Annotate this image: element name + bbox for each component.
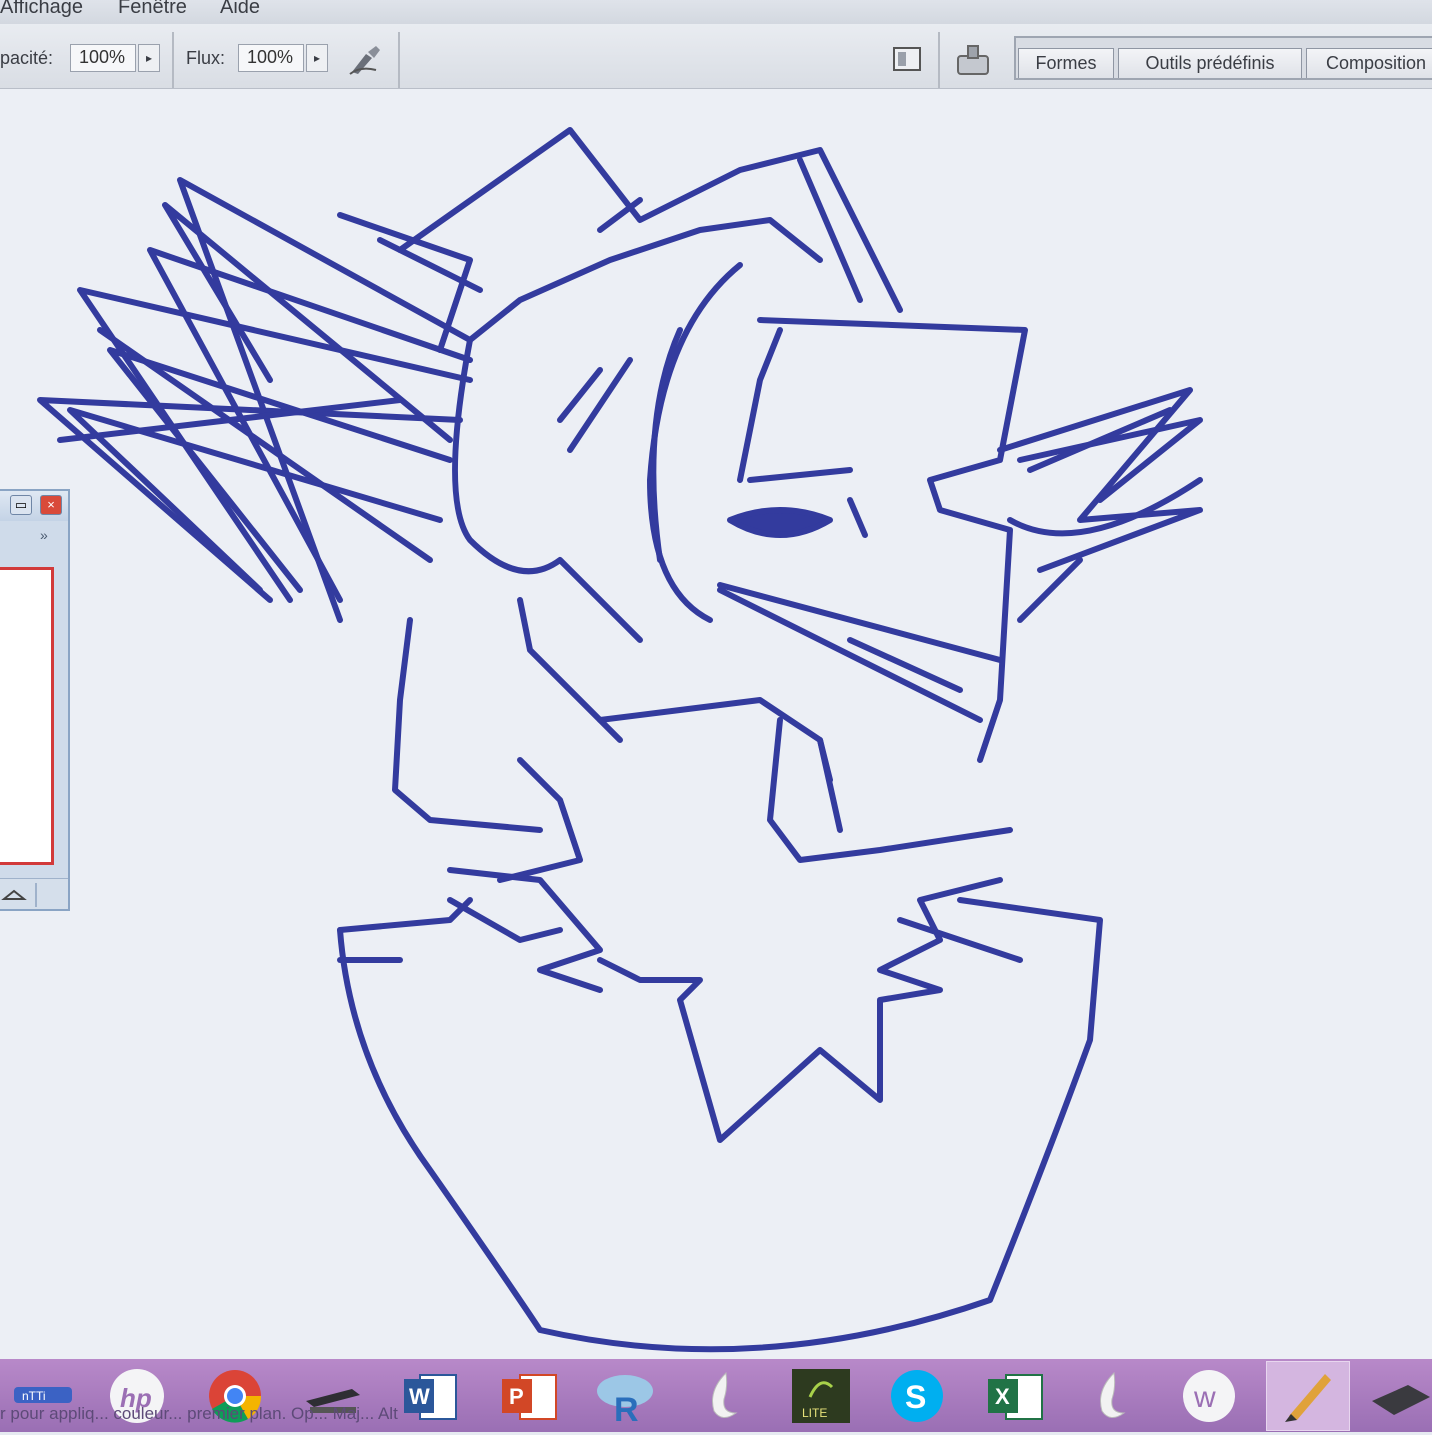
dragon-icon-2[interactable] — [1080, 1367, 1142, 1425]
drawing-canvas[interactable] — [0, 89, 1432, 1359]
svg-text:R: R — [614, 1391, 639, 1425]
excel-icon[interactable]: X — [984, 1367, 1046, 1425]
dragon-icon[interactable] — [692, 1367, 754, 1425]
flow-label: Flux: — [186, 48, 226, 68]
menu-fenetre[interactable]: Fenêtre — [118, 0, 187, 19]
svg-text:P: P — [509, 1384, 524, 1409]
separator — [172, 32, 174, 88]
tab-formes[interactable]: Formes — [1018, 48, 1114, 78]
svg-text:W: W — [409, 1384, 430, 1409]
options-bar: pacité: 100% ▸ Flux: 100% ▸ Formes Outil… — [0, 24, 1432, 89]
flow-arrow-button[interactable]: ▸ — [306, 44, 328, 72]
svg-text:w: w — [1193, 1381, 1216, 1414]
svg-text:nTTi: nTTi — [22, 1389, 46, 1403]
navigator-preview[interactable] — [0, 567, 54, 865]
status-hint-text: r pour appliq... couleur... premier plan… — [0, 1404, 398, 1423]
paint-brush-app-icon[interactable] — [1266, 1361, 1350, 1431]
zoom-mountain-icon[interactable] — [0, 879, 68, 909]
tablet-icon[interactable] — [1368, 1367, 1430, 1425]
opacity-field[interactable]: 100% — [70, 44, 136, 72]
r-project-icon[interactable]: R — [594, 1367, 656, 1429]
menu-affichage[interactable]: Affichage — [0, 0, 83, 19]
powerpoint-icon[interactable]: P — [498, 1367, 560, 1425]
menu-aide[interactable]: Aide — [220, 0, 260, 19]
lite-app-icon[interactable]: LITE — [790, 1367, 852, 1425]
separator — [938, 32, 940, 88]
taskbar: nTTi hp W P R LITE S X w r pour appliq..… — [0, 1359, 1432, 1432]
palette-toggle-icon[interactable] — [888, 40, 926, 78]
word-icon[interactable]: W — [400, 1367, 462, 1425]
opacity-arrow-button[interactable]: ▸ — [138, 44, 160, 72]
tab-composition[interactable]: Composition — [1306, 48, 1432, 78]
menu-bar: Affichage Fenêtre Aide — [0, 0, 1432, 24]
panel-menu-expand-icon[interactable]: » — [40, 527, 48, 543]
panel-footer — [0, 878, 68, 909]
svg-text:LITE: LITE — [802, 1406, 827, 1420]
airbrush-icon[interactable] — [346, 40, 384, 78]
opacity-label: pacité: — [0, 48, 54, 68]
minimize-icon[interactable]: ▭ — [10, 495, 32, 515]
separator — [398, 32, 400, 88]
w-app-icon[interactable]: w — [1178, 1367, 1240, 1425]
svg-text:X: X — [995, 1384, 1010, 1409]
panel-titlebar[interactable]: ▭ × — [0, 491, 68, 521]
svg-text:S: S — [905, 1379, 926, 1415]
flow-field[interactable]: 100% — [238, 44, 304, 72]
skype-icon[interactable]: S — [886, 1367, 948, 1425]
brush-options-icon[interactable] — [952, 40, 990, 78]
tab-outils-predefinis[interactable]: Outils prédéfinis — [1118, 48, 1302, 78]
sketch-drawing — [37, 127, 1203, 1353]
floating-navigator-panel[interactable]: ▭ × » — [0, 489, 70, 911]
close-icon[interactable]: × — [40, 495, 62, 515]
